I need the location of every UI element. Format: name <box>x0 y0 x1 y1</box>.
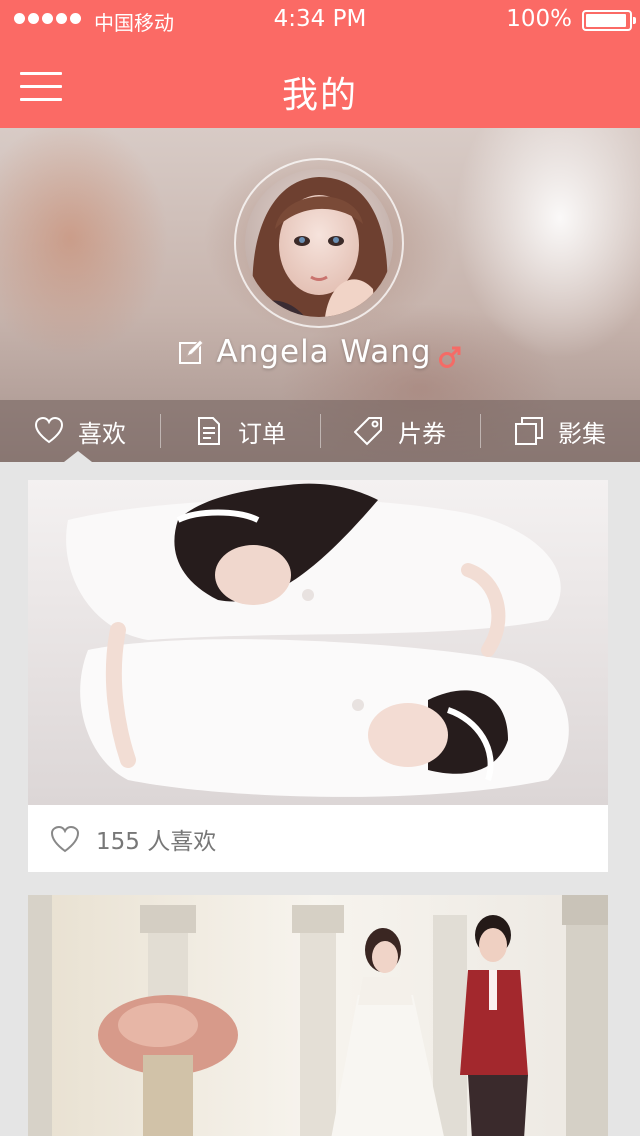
page-title: 我的 <box>281 75 358 116</box>
edit-icon[interactable] <box>178 339 205 365</box>
heart-outline-icon[interactable] <box>50 825 80 853</box>
username: Angela Wang <box>216 334 432 370</box>
tab-orders[interactable]: 订单 <box>160 400 320 462</box>
status-bar: 中国移动 4:34 PM 100% <box>0 0 640 40</box>
male-symbol-icon <box>438 346 461 368</box>
active-tab-indicator <box>64 451 92 462</box>
album-icon <box>515 417 543 445</box>
app-header: 中国移动 4:34 PM 100% 我的 <box>0 0 640 128</box>
battery-icon <box>582 10 636 31</box>
tab-albums[interactable]: 影集 <box>480 400 640 462</box>
like-row: 155 人喜欢 <box>28 805 608 872</box>
username-row: Angela Wang <box>0 334 640 370</box>
tab-albums-label: 影集 <box>558 419 606 448</box>
avatar[interactable] <box>245 169 393 317</box>
heart-icon <box>34 416 64 444</box>
tab-coupons-label: 片券 <box>398 419 446 448</box>
avatar-photo <box>245 169 393 317</box>
wedding-photo[interactable] <box>28 480 608 805</box>
profile-banner: Angela Wang 喜欢 订单 片券 影集 <box>0 128 640 462</box>
likes-feed: 155 人喜欢 <box>0 462 640 1136</box>
document-icon <box>198 417 220 445</box>
feed-card[interactable] <box>28 895 608 1136</box>
tab-likes-label: 喜欢 <box>78 419 126 448</box>
like-count: 155 人喜欢 <box>96 828 217 855</box>
tab-orders-label: 订单 <box>238 419 286 448</box>
tag-icon <box>354 417 382 446</box>
profile-tab-bar: 喜欢 订单 片券 影集 <box>0 400 640 462</box>
tab-coupons[interactable]: 片券 <box>320 400 480 462</box>
battery-percentage: 100% <box>506 6 572 32</box>
avatar-frame[interactable] <box>234 158 404 328</box>
feed-card[interactable]: 155 人喜欢 <box>28 480 608 872</box>
wedding-photo[interactable] <box>28 895 608 1136</box>
